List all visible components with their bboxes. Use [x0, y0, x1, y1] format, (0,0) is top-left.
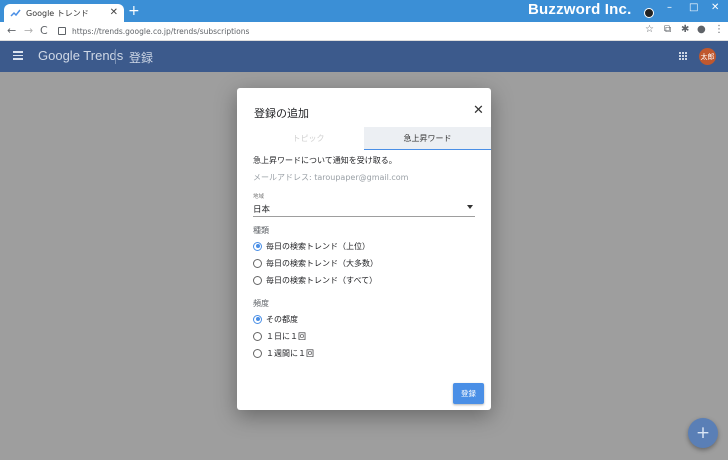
type-option-label: 毎日の検索トレンド（すべて）	[266, 275, 378, 285]
radio-unselected-icon	[253, 331, 262, 341]
dialog-tabs: トピック 急上昇ワード	[253, 127, 491, 150]
profile-dot-icon	[644, 8, 654, 18]
frequency-option-asap[interactable]: その都度	[253, 313, 298, 325]
email-address: メールアドレス: taroupaper@gmail.com	[253, 173, 409, 182]
type-option-label: 毎日の検索トレンド（上位）	[266, 241, 370, 251]
type-option-label: 毎日の検索トレンド（大多数）	[266, 258, 378, 268]
radio-unselected-icon	[253, 258, 262, 268]
new-tab-button[interactable]: +	[128, 3, 140, 19]
radio-unselected-icon	[253, 348, 262, 358]
browser-tab[interactable]: Google トレンド ✕	[4, 4, 124, 22]
url-field[interactable]: https://trends.google.co.jp/trends/subsc…	[58, 25, 658, 37]
translate-icon[interactable]: ⧉	[664, 24, 671, 35]
google-trends-logo[interactable]: Google Trends	[38, 48, 123, 63]
radio-selected-icon	[253, 241, 262, 251]
dropdown-caret-icon	[467, 205, 473, 209]
browser-titlebar: Google トレンド ✕ + Buzzword Inc. – □ ✕	[0, 0, 728, 22]
dialog-description: 急上昇ワードについて通知を受け取る。	[253, 156, 397, 165]
add-fab-button[interactable]: +	[688, 418, 718, 448]
type-option-all[interactable]: 毎日の検索トレンド（すべて）	[253, 274, 377, 286]
tab-close-icon[interactable]: ✕	[110, 8, 118, 18]
account-icon[interactable]: ●	[697, 24, 706, 35]
app-header: Google Trends 登録	[0, 41, 728, 72]
dialog-title: 登録の追加	[254, 107, 309, 120]
tab-title: Google トレンド	[26, 8, 89, 18]
maximize-button[interactable]: □	[689, 2, 698, 13]
reload-button[interactable]: C	[40, 24, 48, 38]
header-divider	[115, 49, 116, 64]
back-button[interactable]: ←	[7, 24, 16, 38]
add-subscription-dialog: 登録の追加 ✕ トピック 急上昇ワード 急上昇ワードについて通知を受け取る。 メ…	[237, 88, 491, 410]
extensions-icon[interactable]: ✱	[681, 24, 689, 35]
forward-button[interactable]: →	[24, 24, 33, 38]
lock-icon	[58, 27, 66, 35]
frequency-option-daily[interactable]: １日に１回	[253, 330, 306, 342]
frequency-label: 頻度	[253, 299, 269, 308]
overlay-brand: Buzzword Inc.	[528, 1, 632, 18]
dialog-close-icon[interactable]: ✕	[473, 104, 484, 117]
tab-rising-searches[interactable]: 急上昇ワード	[364, 127, 491, 150]
frequency-option-label: １週間に１回	[266, 348, 314, 358]
hamburger-menu-icon[interactable]	[13, 51, 23, 60]
region-select[interactable]: 日本	[253, 200, 475, 217]
avatar[interactable]: 太郎	[699, 48, 716, 65]
bookmark-star-icon[interactable]: ☆	[645, 24, 654, 35]
url-text: https://trends.google.co.jp/trends/subsc…	[72, 26, 250, 36]
address-bar: ← → C https://trends.google.co.jp/trends…	[0, 22, 728, 41]
frequency-option-label: その都度	[266, 314, 298, 324]
trends-favicon-icon	[10, 9, 21, 17]
frequency-option-weekly[interactable]: １週間に１回	[253, 347, 314, 359]
apps-grid-icon[interactable]	[679, 52, 688, 61]
type-label: 種類	[253, 226, 269, 235]
tab-topic[interactable]: トピック	[253, 127, 364, 150]
more-menu-icon[interactable]: ⋮	[714, 24, 724, 35]
region-label: 地域	[253, 194, 265, 200]
frequency-option-label: １日に１回	[266, 331, 306, 341]
region-value: 日本	[253, 205, 271, 215]
minimize-button[interactable]: –	[667, 2, 672, 13]
window-close-button[interactable]: ✕	[711, 2, 719, 13]
subscribe-button[interactable]: 登録	[453, 383, 484, 404]
page-title: 登録	[129, 51, 154, 65]
type-option-top[interactable]: 毎日の検索トレンド（上位）	[253, 240, 370, 252]
type-option-most[interactable]: 毎日の検索トレンド（大多数）	[253, 257, 378, 269]
radio-unselected-icon	[253, 275, 262, 285]
radio-selected-icon	[253, 314, 262, 324]
